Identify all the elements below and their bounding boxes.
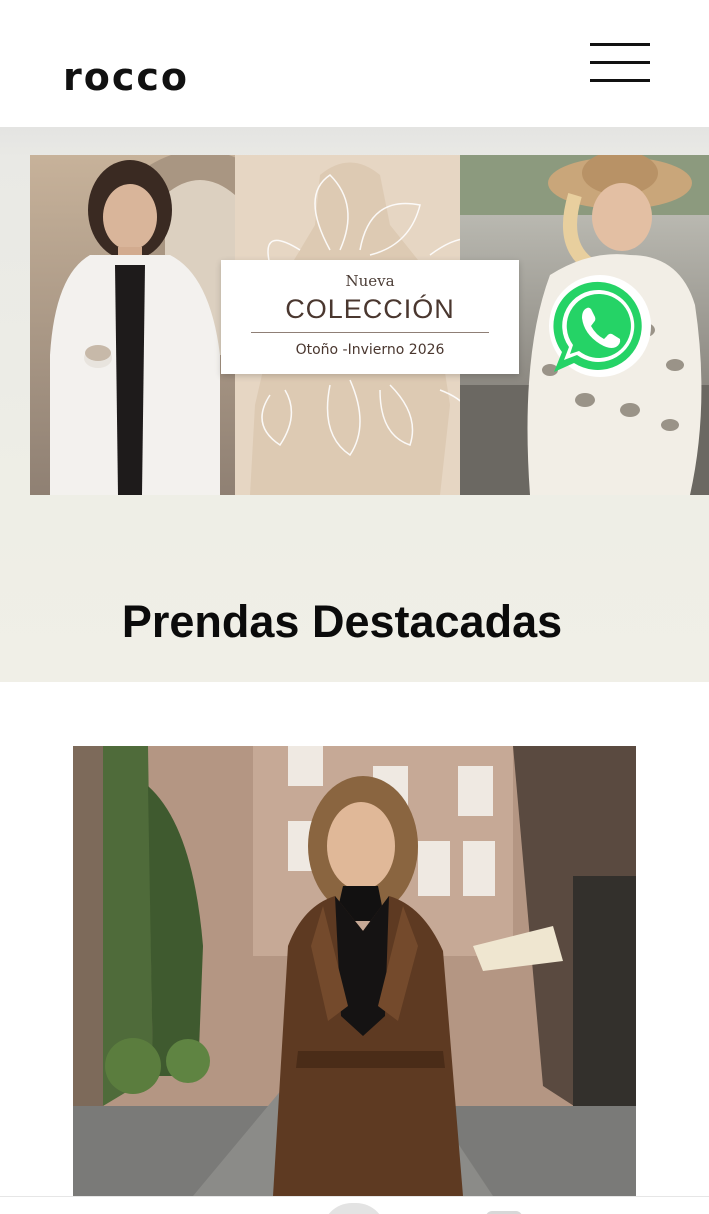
bottom-navigation-bar	[0, 1196, 709, 1214]
promo-subtitle: Otoño -Invierno 2026	[295, 342, 445, 358]
menu-line	[590, 61, 650, 64]
product-photo	[73, 746, 636, 1196]
promo-title: COLECCIÓN	[285, 294, 455, 324]
menu-line	[590, 43, 650, 46]
promo-small-text: Nueva	[345, 272, 395, 290]
whatsapp-glyph	[549, 275, 651, 377]
hamburger-menu-icon[interactable]	[588, 40, 652, 84]
home-indicator[interactable]	[322, 1203, 386, 1214]
collection-promo-card: Nueva COLECCIÓN Otoño -Invierno 2026	[221, 260, 519, 374]
rocco-logo[interactable]: rocco	[63, 58, 189, 96]
featured-product-image[interactable]	[73, 746, 636, 1196]
site-header: rocco	[0, 0, 709, 127]
promo-divider	[251, 332, 489, 333]
featured-section-title: Prendas Destacadas	[121, 596, 563, 647]
whatsapp-icon[interactable]	[544, 272, 654, 382]
menu-line	[590, 79, 650, 82]
